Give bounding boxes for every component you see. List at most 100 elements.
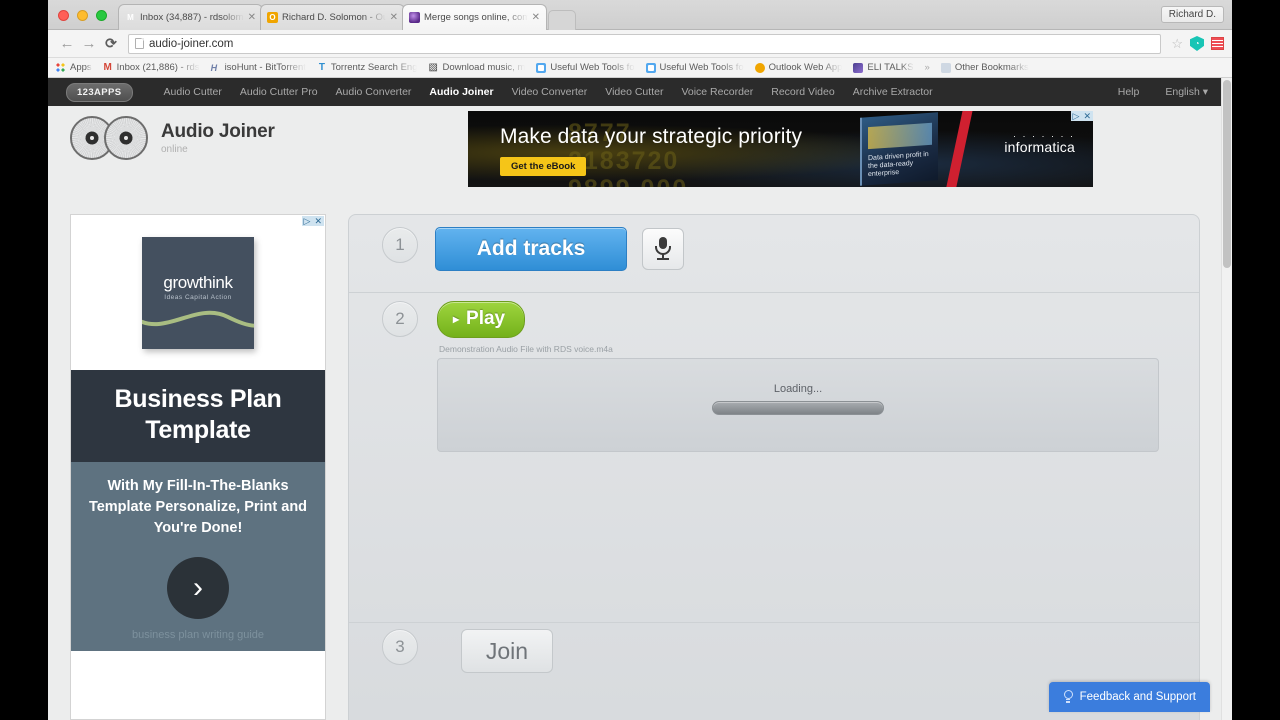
top-banner-ad[interactable]: 8777 2183720 9899,000 Make data your str…: [468, 111, 1093, 187]
brand-badge-123apps[interactable]: 123APPS: [66, 82, 133, 102]
page-info-icon[interactable]: [135, 38, 144, 49]
bookmark-label: Useful Web Tools fo: [659, 62, 744, 73]
nav-audio-converter[interactable]: Audio Converter: [327, 86, 421, 98]
sidebar-ad-headline-area: Business Plan Template: [71, 370, 325, 462]
growthink-wordmark: growthink: [163, 272, 233, 292]
page-scrollbar[interactable]: [1221, 78, 1232, 720]
nav-video-converter[interactable]: Video Converter: [503, 86, 597, 98]
add-tracks-button[interactable]: Add tracks: [435, 227, 627, 271]
page-title: Audio Joiner: [161, 121, 275, 142]
waveform-area[interactable]: Loading...: [437, 358, 1159, 452]
maximize-window-button[interactable]: [96, 10, 107, 21]
browser-tab-gmail[interactable]: M Inbox (34,887) - rdsolomo ✕: [118, 4, 263, 30]
nav-help[interactable]: Help: [1118, 86, 1140, 98]
lightbulb-icon: [1063, 690, 1074, 704]
bookmark-label: Other Bookmarks: [954, 62, 1029, 73]
bookmark-torrentz[interactable]: T Torrentz Search Eng: [317, 62, 418, 73]
url-text: audio-joiner.com: [149, 37, 234, 50]
bookmark-apps[interactable]: Apps: [56, 62, 92, 73]
bookmark-label: Torrentz Search Eng: [330, 62, 418, 73]
navbar-right: Help English ▾: [1118, 86, 1214, 98]
new-tab-button[interactable]: [548, 10, 576, 30]
loading-label: Loading...: [773, 383, 823, 395]
bookmark-other-bookmarks[interactable]: Other Bookmarks: [940, 62, 1029, 73]
site-brand[interactable]: Audio Joiner online: [70, 116, 275, 160]
window-controls[interactable]: [58, 10, 107, 21]
blue-square-icon: [645, 62, 656, 73]
nav-audio-cutter-pro[interactable]: Audio Cutter Pro: [231, 86, 327, 98]
extension-red-icon[interactable]: [1211, 37, 1224, 50]
record-voice-button[interactable]: [642, 228, 684, 270]
nav-audio-cutter[interactable]: Audio Cutter: [155, 86, 231, 98]
apps-grid-icon: [56, 62, 66, 73]
language-selector[interactable]: English ▾: [1165, 86, 1208, 98]
tab-strip[interactable]: M Inbox (34,887) - rdsolomo ✕ O Richard …: [118, 4, 576, 30]
nav-voice-recorder[interactable]: Voice Recorder: [672, 86, 762, 98]
close-tab-icon[interactable]: ✕: [390, 12, 398, 23]
sidebar-ad-body-area: With My Fill-In-The-Blanks Template Pers…: [71, 462, 325, 651]
two-discs-icon: [70, 116, 148, 160]
browser-window: M Inbox (34,887) - rdsolomo ✕ O Richard …: [48, 0, 1232, 720]
gmail-icon: M: [103, 61, 112, 73]
eli-talks-icon: [853, 62, 864, 73]
growthink-logo: growthink Ideas Capital Action: [142, 236, 254, 349]
step-number-2: 2: [382, 301, 418, 337]
profile-chip[interactable]: Richard D.: [1160, 6, 1224, 23]
gmail-icon: M: [127, 12, 134, 22]
bookmark-download-music[interactable]: ▧ Download music, m: [428, 62, 525, 73]
play-button[interactable]: ▸ Play: [437, 301, 526, 338]
nav-video-cutter[interactable]: Video Cutter: [596, 86, 672, 98]
adchoices-icon[interactable]: ▷ ✕: [1070, 111, 1093, 121]
page-content: ▷ ✕ growthink Ideas Capital Action Busine…: [48, 214, 1232, 720]
tab-title: Inbox (34,887) - rdsolomo: [140, 12, 244, 23]
step-number-1: 1: [382, 227, 418, 263]
close-tab-icon[interactable]: ✕: [248, 12, 256, 23]
outlook-icon: [754, 62, 765, 73]
step-number-3: 3: [382, 629, 418, 665]
reload-icon[interactable]: ⟳: [100, 35, 122, 52]
browser-tab-audio-joiner[interactable]: Merge songs online, comb ✕: [402, 4, 547, 30]
close-window-button[interactable]: [58, 10, 69, 21]
bookmark-label: Useful Web Tools fo: [550, 62, 635, 73]
ad-ebook-image: Data driven profit in the data-ready ent…: [860, 112, 938, 186]
browser-tab-outlook[interactable]: O Richard D. Solomon - Out ✕: [260, 4, 405, 30]
audio-joiner-icon: [409, 12, 420, 23]
bookmark-inbox[interactable]: M Inbox (21,886) - rds: [103, 61, 199, 73]
bookmark-isohunt[interactable]: H isoHunt - BitTorrent: [211, 62, 306, 73]
wave-graphic: [142, 310, 254, 328]
bookmark-outlook-web-app[interactable]: Outlook Web App: [754, 62, 843, 73]
bookmark-eli-talks[interactable]: ELI TALKS: [853, 62, 914, 73]
minimize-window-button[interactable]: [77, 10, 88, 21]
tab-title: Merge songs online, comb: [424, 12, 528, 23]
forward-icon[interactable]: →: [78, 35, 100, 52]
bookmark-useful-web-tools-1[interactable]: Useful Web Tools fo: [536, 62, 635, 73]
bookmark-star-icon[interactable]: ☆: [1171, 36, 1183, 52]
nav-audio-joiner[interactable]: Audio Joiner: [420, 86, 502, 98]
blue-square-icon: [536, 62, 547, 73]
microphone-icon: [652, 237, 674, 261]
bookmark-label: Outlook Web App: [768, 62, 843, 73]
nav-record-video[interactable]: Record Video: [762, 86, 843, 98]
close-tab-icon[interactable]: ✕: [532, 12, 540, 23]
address-bar[interactable]: audio-joiner.com: [128, 33, 1162, 54]
nav-archive-extractor[interactable]: Archive Extractor: [844, 86, 942, 98]
scrollbar-thumb[interactable]: [1223, 80, 1231, 268]
back-icon[interactable]: ←: [56, 35, 78, 52]
feedback-and-support-button[interactable]: Feedback and Support: [1048, 682, 1210, 712]
ad-cta-button[interactable]: Get the eBook: [500, 157, 587, 176]
sidebar-ad-next-arrow-button[interactable]: ›: [167, 557, 229, 619]
play-triangle-icon: ▸: [453, 312, 460, 326]
adchoices-icon[interactable]: ▷ ✕: [301, 216, 324, 226]
ad-ebook-caption: Data driven profit in the data-ready ent…: [868, 150, 929, 179]
bookmark-label: Download music, m: [442, 62, 526, 73]
join-button[interactable]: Join: [461, 629, 553, 673]
extension-shield-icon[interactable]: [1190, 36, 1204, 51]
bookmarks-overflow-icon[interactable]: »: [925, 62, 930, 73]
bookmark-useful-web-tools-2[interactable]: Useful Web Tools fo: [645, 62, 744, 73]
sidebar-ad-logo-area: growthink Ideas Capital Action: [71, 215, 325, 370]
download-icon: ▧: [428, 61, 438, 73]
feedback-label: Feedback and Support: [1079, 691, 1196, 703]
sidebar-ad[interactable]: ▷ ✕ growthink Ideas Capital Action Busine…: [70, 214, 326, 720]
step-2-row: 2 ▸ Play Demonstration Audio File with R…: [349, 293, 1199, 623]
omnibox-icons: ☆: [1167, 36, 1224, 52]
